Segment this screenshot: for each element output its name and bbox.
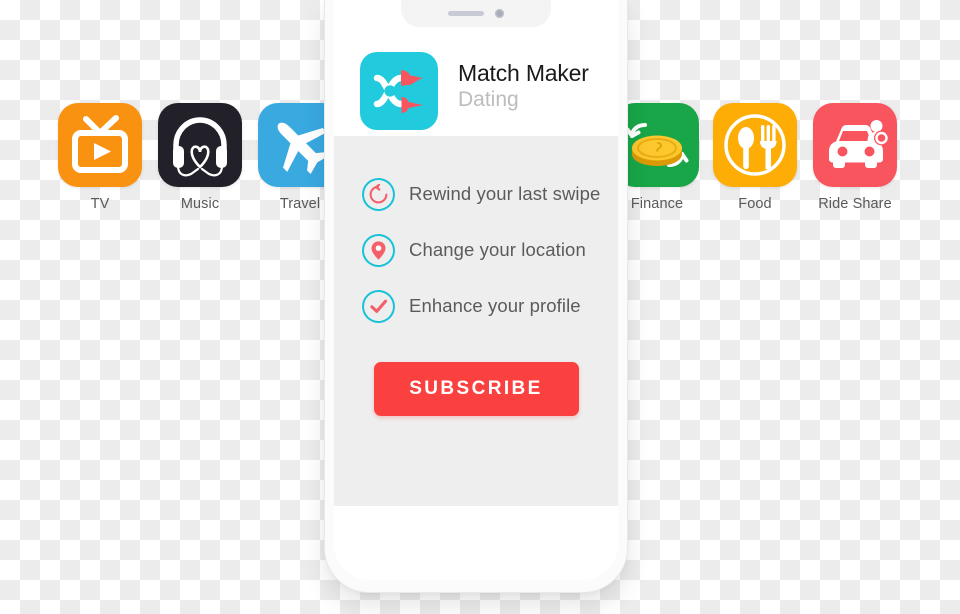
location-pin-icon	[362, 234, 395, 267]
app-label-music: Music	[180, 196, 220, 212]
screen-bottom-area	[334, 506, 618, 580]
feature-item-rewind: Rewind your last swipe	[362, 166, 618, 222]
app-label-tv: TV	[90, 196, 110, 212]
app-brand-text: Match Maker Dating	[458, 52, 589, 113]
food-icon-square[interactable]	[713, 103, 797, 187]
app-tile-ride-share[interactable]: Ride Share	[805, 103, 905, 212]
feature-item-enhance: Enhance your profile	[362, 278, 618, 334]
app-label-ride-share: Ride Share	[818, 196, 892, 212]
finance-icon-square[interactable]	[615, 103, 699, 187]
front-camera-icon	[495, 9, 504, 18]
phone-screen: Match Maker Dating Rewind your last swip…	[334, 0, 618, 580]
cta-container: SUBSCRIBE	[334, 362, 618, 416]
speaker-grille-icon	[448, 11, 484, 16]
rewind-icon	[362, 178, 395, 211]
app-logo	[360, 52, 438, 130]
subscribe-button[interactable]: SUBSCRIBE	[373, 362, 579, 416]
phone-notch	[401, 0, 551, 27]
car-icon	[829, 120, 889, 168]
feature-list: Rewind your last swipe Change your locat…	[334, 166, 618, 334]
phone-bezel-inner: Match Maker Dating Rewind your last swip…	[334, 0, 618, 580]
feature-label-location: Change your location	[409, 239, 586, 260]
ride-share-icon-square[interactable]	[813, 103, 897, 187]
feature-label-rewind: Rewind your last swipe	[409, 183, 601, 204]
coin-icon	[625, 123, 689, 167]
feature-item-location: Change your location	[362, 222, 618, 278]
app-tile-food[interactable]: Food	[705, 103, 805, 212]
tv-icon-square[interactable]	[58, 103, 142, 187]
app-title: Match Maker	[458, 60, 589, 86]
app-tile-tv[interactable]: TV	[50, 103, 150, 212]
shuffle-hearts-icon	[373, 70, 423, 113]
app-subtitle: Dating	[458, 88, 519, 112]
check-circle-icon	[362, 290, 395, 323]
music-icon-square[interactable]	[158, 103, 242, 187]
tv-icon	[72, 115, 128, 173]
headphones-icon	[173, 117, 227, 177]
phone-device: Match Maker Dating Rewind your last swip…	[325, 0, 627, 592]
app-label-food: Food	[738, 196, 772, 212]
promo-canvas: TV Music Travel Finance Food Ride Share …	[0, 0, 960, 614]
app-tile-music[interactable]: Music	[150, 103, 250, 212]
cutlery-icon	[724, 114, 786, 176]
subscription-panel: Rewind your last swipe Change your locat…	[334, 136, 618, 506]
feature-label-enhance: Enhance your profile	[409, 295, 581, 316]
